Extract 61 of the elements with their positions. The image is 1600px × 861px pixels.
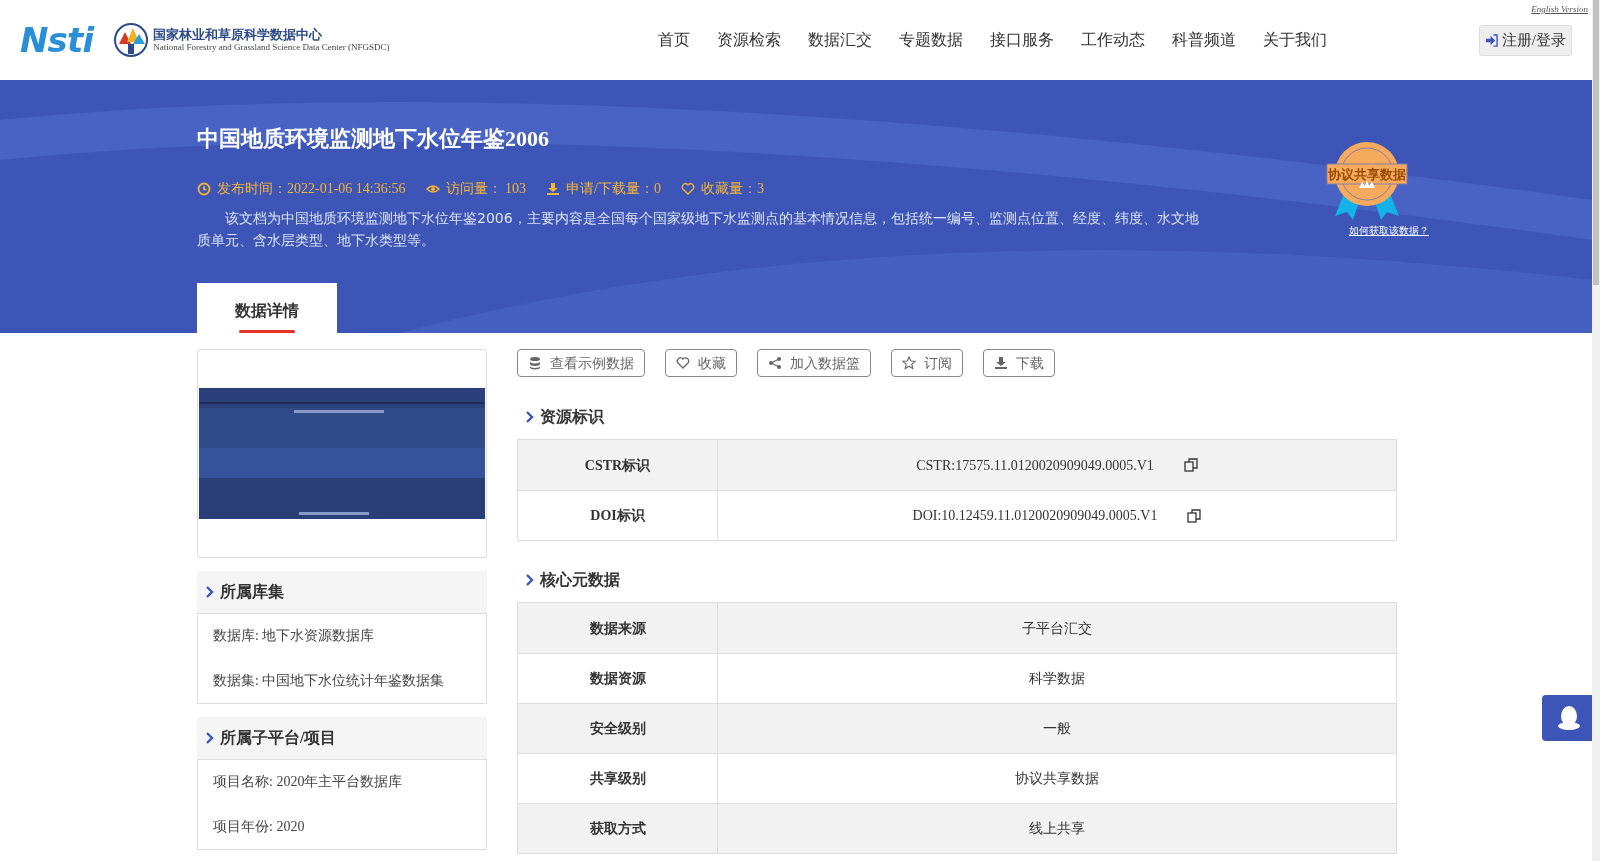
chevron-icon — [525, 411, 534, 423]
tab[interactable]: 数据详情 — [197, 283, 337, 333]
section-title: 核心元数据 — [540, 570, 620, 590]
org-name: 国家林业和草原科学数据中心 — [153, 28, 324, 41]
table-cell: DOI标识 — [518, 491, 718, 540]
section-title: 所属库集 — [220, 582, 284, 602]
heart-icon — [676, 356, 690, 370]
download-icon — [546, 181, 561, 196]
nav-link[interactable]: 接口服务 — [990, 28, 1054, 52]
chevron-icon — [205, 732, 214, 744]
chevron-icon — [205, 586, 214, 598]
download-icon — [994, 356, 1008, 370]
table-cell-text: CSTR:17575.11.0120020909049.0005.V1 — [916, 456, 1154, 475]
table-cell-text: 子平台汇交 — [1022, 619, 1092, 638]
dataset-title: 中国地质环境监测地下水位年鉴2006 — [197, 125, 550, 153]
nav-link[interactable]: 资源检索 — [717, 28, 781, 52]
clock-icon — [197, 181, 211, 196]
action-button[interactable]: 下载 — [983, 349, 1055, 377]
copy-icon[interactable] — [1187, 508, 1202, 523]
nav-link[interactable]: 科普频道 — [1172, 28, 1236, 52]
table-cell-text: DOI:10.12459.11.0120020909049.0005.V1 — [912, 507, 1158, 525]
action-button[interactable]: 加入数据篮 — [757, 349, 871, 377]
sign-in-icon — [1484, 34, 1498, 47]
nav-link[interactable]: 工作动态 — [1081, 28, 1145, 52]
login-button[interactable]: 注册/登录 — [1478, 25, 1572, 56]
info-item: 项目年份: 2020 — [213, 818, 306, 836]
heart-icon — [681, 181, 695, 196]
table-cell: 获取方式 — [518, 804, 718, 853]
meta-text: 申请/下载量：0 — [566, 180, 661, 198]
meta-text: 访问量： 103 — [445, 180, 527, 198]
info-item: 数据集: 中国地下水位统计年鉴数据集 — [213, 672, 446, 690]
star-icon — [902, 356, 916, 370]
table-cell-text: 一般 — [1043, 720, 1071, 738]
section-title: 所属子平台/项目 — [220, 728, 337, 748]
chat-button[interactable] — [1542, 695, 1592, 741]
meta-text: 收藏量：3 — [701, 180, 764, 198]
nav-link[interactable]: 数据汇交 — [808, 28, 872, 52]
nav-link[interactable]: 关于我们 — [1263, 28, 1327, 52]
dataset-description: 该文档为中国地质环境监测地下水位年鉴2006，主要内容是全国每个国家级地下水监测点的基本情况信息，包括统一编号、监测点位置、经度、纬度、水文地质单元、含水层类型、地下水类型等。 — [197, 209, 1200, 250]
meta-text: 发布时间：2022-01-06 14:36:56 — [217, 180, 406, 198]
org-name-english: National Forestry and Grassland Science Data Center (NFGSDC) — [153, 43, 390, 52]
nav-link[interactable]: 专题数据 — [899, 28, 963, 52]
action-button[interactable]: 订阅 — [891, 349, 963, 377]
info-item: 数据库: 地下水资源数据库 — [213, 627, 376, 645]
tree-logo-icon — [113, 22, 150, 58]
chevron-icon — [525, 574, 534, 586]
logo[interactable]: Nsti — [20, 14, 94, 66]
info-item: 项目名称: 2020年主平台数据库 — [213, 773, 404, 791]
scrollbar[interactable] — [1592, 0, 1600, 861]
database-icon — [528, 356, 542, 370]
how-to-get-link[interactable]: 如何获取该数据？ — [1349, 223, 1429, 238]
share-icon — [768, 356, 782, 370]
table-cell-text: 协议共享数据 — [1015, 770, 1099, 788]
nav-link[interactable]: 首页 — [658, 28, 690, 52]
copy-icon[interactable] — [1183, 458, 1198, 472]
action-button[interactable]: 收藏 — [665, 349, 737, 377]
table-cell-text: 科学数据 — [1029, 670, 1085, 688]
section-title: 资源标识 — [540, 407, 604, 427]
action-button[interactable]: 查看示例数据 — [517, 349, 645, 377]
table-cell-text: 线上共享 — [1029, 820, 1085, 838]
language-link[interactable]: English Version — [1531, 3, 1588, 17]
